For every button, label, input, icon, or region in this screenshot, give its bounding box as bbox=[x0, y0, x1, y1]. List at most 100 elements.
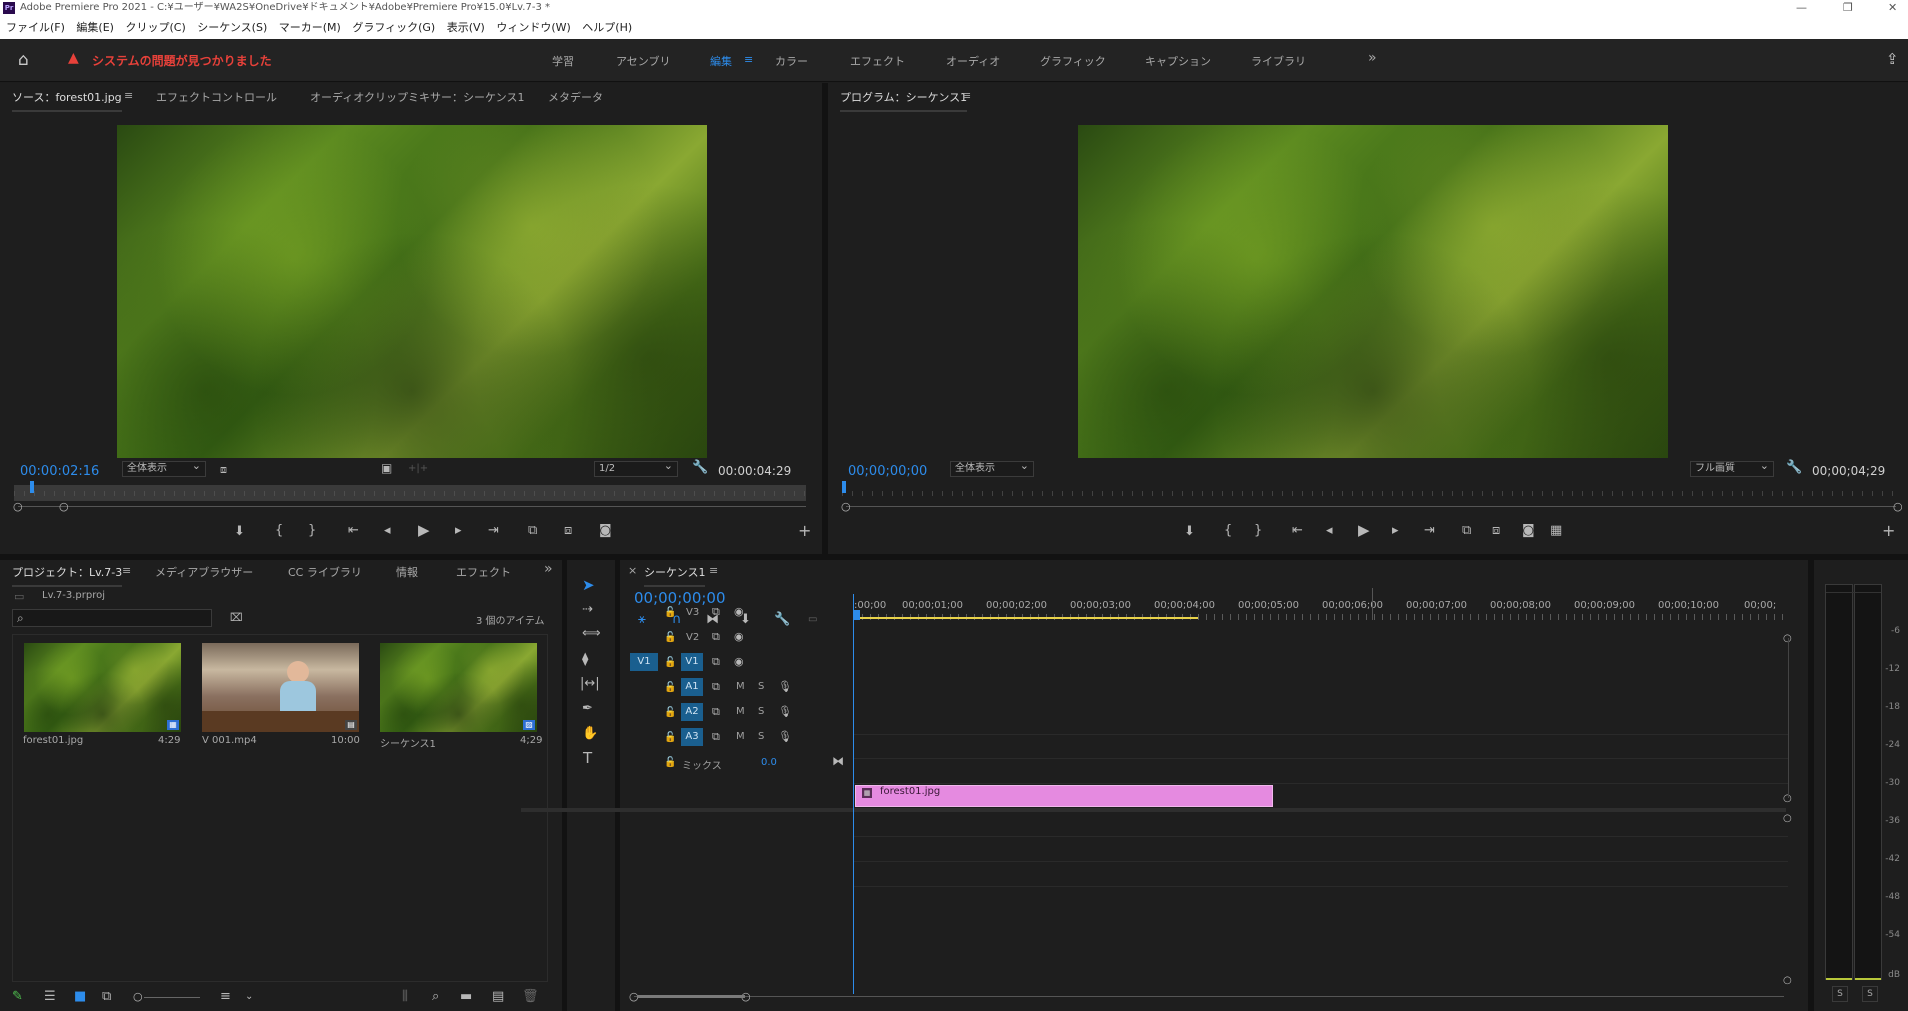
eye-icon[interactable]: ◉ bbox=[734, 605, 744, 619]
add-marker-icon[interactable]: ⬇ bbox=[1184, 525, 1195, 539]
source-patch-v1[interactable]: V1 bbox=[630, 653, 658, 671]
lock-icon[interactable]: 🔓 bbox=[664, 681, 676, 695]
track-name-v3[interactable]: V3 bbox=[686, 607, 699, 618]
project-thumb-sequence[interactable]: ▨ bbox=[380, 643, 537, 732]
source-resolution-select[interactable]: 1/2 bbox=[594, 460, 678, 477]
tab-effect-controls[interactable]: エフェクトコントロール bbox=[156, 89, 277, 105]
sort-dropdown-icon[interactable]: ⌄ bbox=[245, 990, 253, 1004]
track-lane-v3[interactable] bbox=[853, 734, 1788, 758]
type-tool-icon[interactable]: T bbox=[583, 751, 592, 766]
mark-in-icon[interactable]: { bbox=[275, 524, 283, 538]
solo-button[interactable]: S bbox=[758, 681, 764, 692]
tab-media-browser[interactable]: メディアブラウザー bbox=[155, 564, 253, 580]
timeline-settings-icon[interactable]: 🔧 bbox=[774, 613, 790, 627]
playhead-line[interactable] bbox=[853, 594, 854, 994]
track-name-a1[interactable]: A1 bbox=[681, 678, 703, 696]
track-name-v1[interactable]: V1 bbox=[681, 653, 703, 671]
fit-icon[interactable]: ⧈ bbox=[220, 463, 227, 477]
meter-solo-right[interactable]: S bbox=[1862, 986, 1878, 1002]
minimize-icon[interactable]: — bbox=[1796, 0, 1807, 16]
eye-icon[interactable]: ◉ bbox=[734, 630, 744, 644]
menu-edit[interactable]: 編集(E) bbox=[76, 16, 114, 39]
ripple-edit-tool-icon[interactable]: ⟺ bbox=[582, 627, 601, 641]
export-frame-icon[interactable]: ◙ bbox=[599, 524, 612, 538]
program-zoom-select[interactable]: 全体表示 bbox=[950, 460, 1034, 477]
mute-button[interactable]: M bbox=[736, 731, 745, 742]
timeline-h-scrollbar[interactable] bbox=[634, 996, 1784, 997]
tab-audio-clip-mixer[interactable]: オーディオクリップミキサー：シーケンス1 bbox=[310, 89, 524, 105]
timeline-clip[interactable]: ▦ forest01.jpg bbox=[855, 785, 1273, 807]
timeline-close-icon[interactable]: × bbox=[628, 564, 637, 577]
eye-icon[interactable]: ◉ bbox=[734, 655, 744, 669]
step-back-icon[interactable]: ◂ bbox=[384, 524, 391, 538]
track-name-a2[interactable]: A2 bbox=[681, 703, 703, 721]
program-zoom-bar[interactable] bbox=[846, 506, 1896, 507]
tab-program[interactable]: プログラム：シーケンス1 bbox=[840, 89, 968, 112]
h-scroll-thumb[interactable] bbox=[637, 995, 745, 998]
hand-tool-icon[interactable]: ✋ bbox=[582, 727, 598, 741]
program-zoom-handle-left[interactable]: ○ bbox=[841, 500, 851, 514]
source-playhead[interactable] bbox=[29, 481, 34, 493]
pen-tool-icon[interactable]: ✒ bbox=[582, 702, 593, 716]
program-zoom-handle-right[interactable]: ○ bbox=[1893, 500, 1903, 514]
restore-icon[interactable]: ❐ bbox=[1843, 0, 1853, 16]
find-icon[interactable]: ⌕ bbox=[432, 990, 439, 1004]
solo-button[interactable]: S bbox=[758, 731, 764, 742]
tab-project[interactable]: プロジェクト：Lv.7-3 bbox=[12, 564, 123, 587]
project-thumb-forest[interactable]: ▦ bbox=[24, 643, 181, 732]
menu-marker[interactable]: マーカー(M) bbox=[279, 16, 341, 39]
program-timecode[interactable]: 00;00;00;00 bbox=[848, 464, 927, 479]
captions-icon[interactable]: ▭ bbox=[808, 613, 817, 627]
mute-button[interactable]: M bbox=[736, 681, 745, 692]
extract-icon[interactable]: ⧈ bbox=[1492, 524, 1500, 538]
mix-value[interactable]: 0.0 bbox=[761, 757, 777, 768]
go-to-out-icon[interactable]: ⇥ bbox=[488, 524, 499, 538]
solo-button[interactable]: S bbox=[758, 706, 764, 717]
lift-icon[interactable]: ⧉ bbox=[1462, 524, 1471, 538]
overwrite-icon[interactable]: ⧈ bbox=[564, 524, 572, 538]
sort-icon[interactable]: ≡ bbox=[220, 990, 231, 1004]
share-icon[interactable]: ⇪ bbox=[1886, 50, 1899, 68]
play-icon[interactable]: ▶ bbox=[418, 523, 430, 538]
source-zoom-handle-right[interactable]: ○ bbox=[59, 500, 69, 514]
project-thumb-video[interactable]: ▤ bbox=[202, 643, 359, 732]
menu-sequence[interactable]: シーケンス(S) bbox=[197, 16, 267, 39]
sync-lock-icon[interactable]: ⧉ bbox=[712, 630, 720, 644]
menu-file[interactable]: ファイル(F) bbox=[6, 16, 65, 39]
panel-divider-v-top[interactable] bbox=[822, 83, 828, 554]
workspace-learn[interactable]: 学習 bbox=[552, 53, 574, 69]
timeline-menu-icon[interactable]: ≡ bbox=[709, 564, 718, 577]
zoom-slider-handle[interactable]: ○ bbox=[133, 990, 143, 1004]
microphone-icon[interactable]: 🎙 bbox=[778, 730, 792, 744]
track-lane-a1[interactable] bbox=[853, 812, 1788, 837]
system-alert[interactable]: システムの問題が見つかりました bbox=[92, 52, 272, 69]
pencil-icon[interactable]: ✎ bbox=[12, 990, 23, 1004]
tab-info[interactable]: 情報 bbox=[396, 564, 418, 580]
track-name-v2[interactable]: V2 bbox=[686, 632, 699, 643]
workspace-graphics[interactable]: グラフィック bbox=[1040, 53, 1106, 69]
workspace-more[interactable]: » bbox=[1368, 50, 1377, 66]
lock-icon[interactable]: 🔓 bbox=[664, 606, 676, 620]
track-lane-a3[interactable] bbox=[853, 862, 1788, 887]
workspace-audio[interactable]: オーディオ bbox=[946, 53, 1000, 69]
razor-tool-icon[interactable]: ⧫ bbox=[582, 653, 588, 667]
menu-help[interactable]: ヘルプ(H) bbox=[582, 16, 632, 39]
tab-cc-libraries[interactable]: CC ライブラリ bbox=[288, 564, 362, 580]
program-menu-icon[interactable]: ≡ bbox=[962, 89, 971, 102]
program-playhead[interactable] bbox=[842, 481, 846, 493]
mark-in-icon[interactable]: { bbox=[1224, 524, 1232, 538]
list-view-icon[interactable]: ☰ bbox=[44, 990, 56, 1004]
microphone-icon[interactable]: 🎙 bbox=[778, 705, 792, 719]
source-video-frame[interactable] bbox=[117, 125, 707, 458]
workspace-menu-icon[interactable]: ≡ bbox=[744, 53, 753, 66]
new-search-bin-icon[interactable]: ⌧ bbox=[230, 611, 243, 625]
source-settings-icon[interactable]: ▣ bbox=[381, 461, 392, 475]
go-to-in-icon[interactable]: ⇤ bbox=[348, 524, 359, 538]
insert-icon[interactable]: ⧉ bbox=[528, 524, 537, 538]
automate-icon[interactable]: ⫼ bbox=[402, 990, 408, 1004]
lock-icon[interactable]: 🔓 bbox=[664, 656, 676, 670]
mark-out-icon[interactable]: } bbox=[308, 524, 316, 538]
meter-solo-left[interactable]: S bbox=[1832, 986, 1848, 1002]
step-forward-icon[interactable]: ▸ bbox=[455, 524, 462, 538]
menu-clip[interactable]: クリップ(C) bbox=[125, 16, 185, 39]
